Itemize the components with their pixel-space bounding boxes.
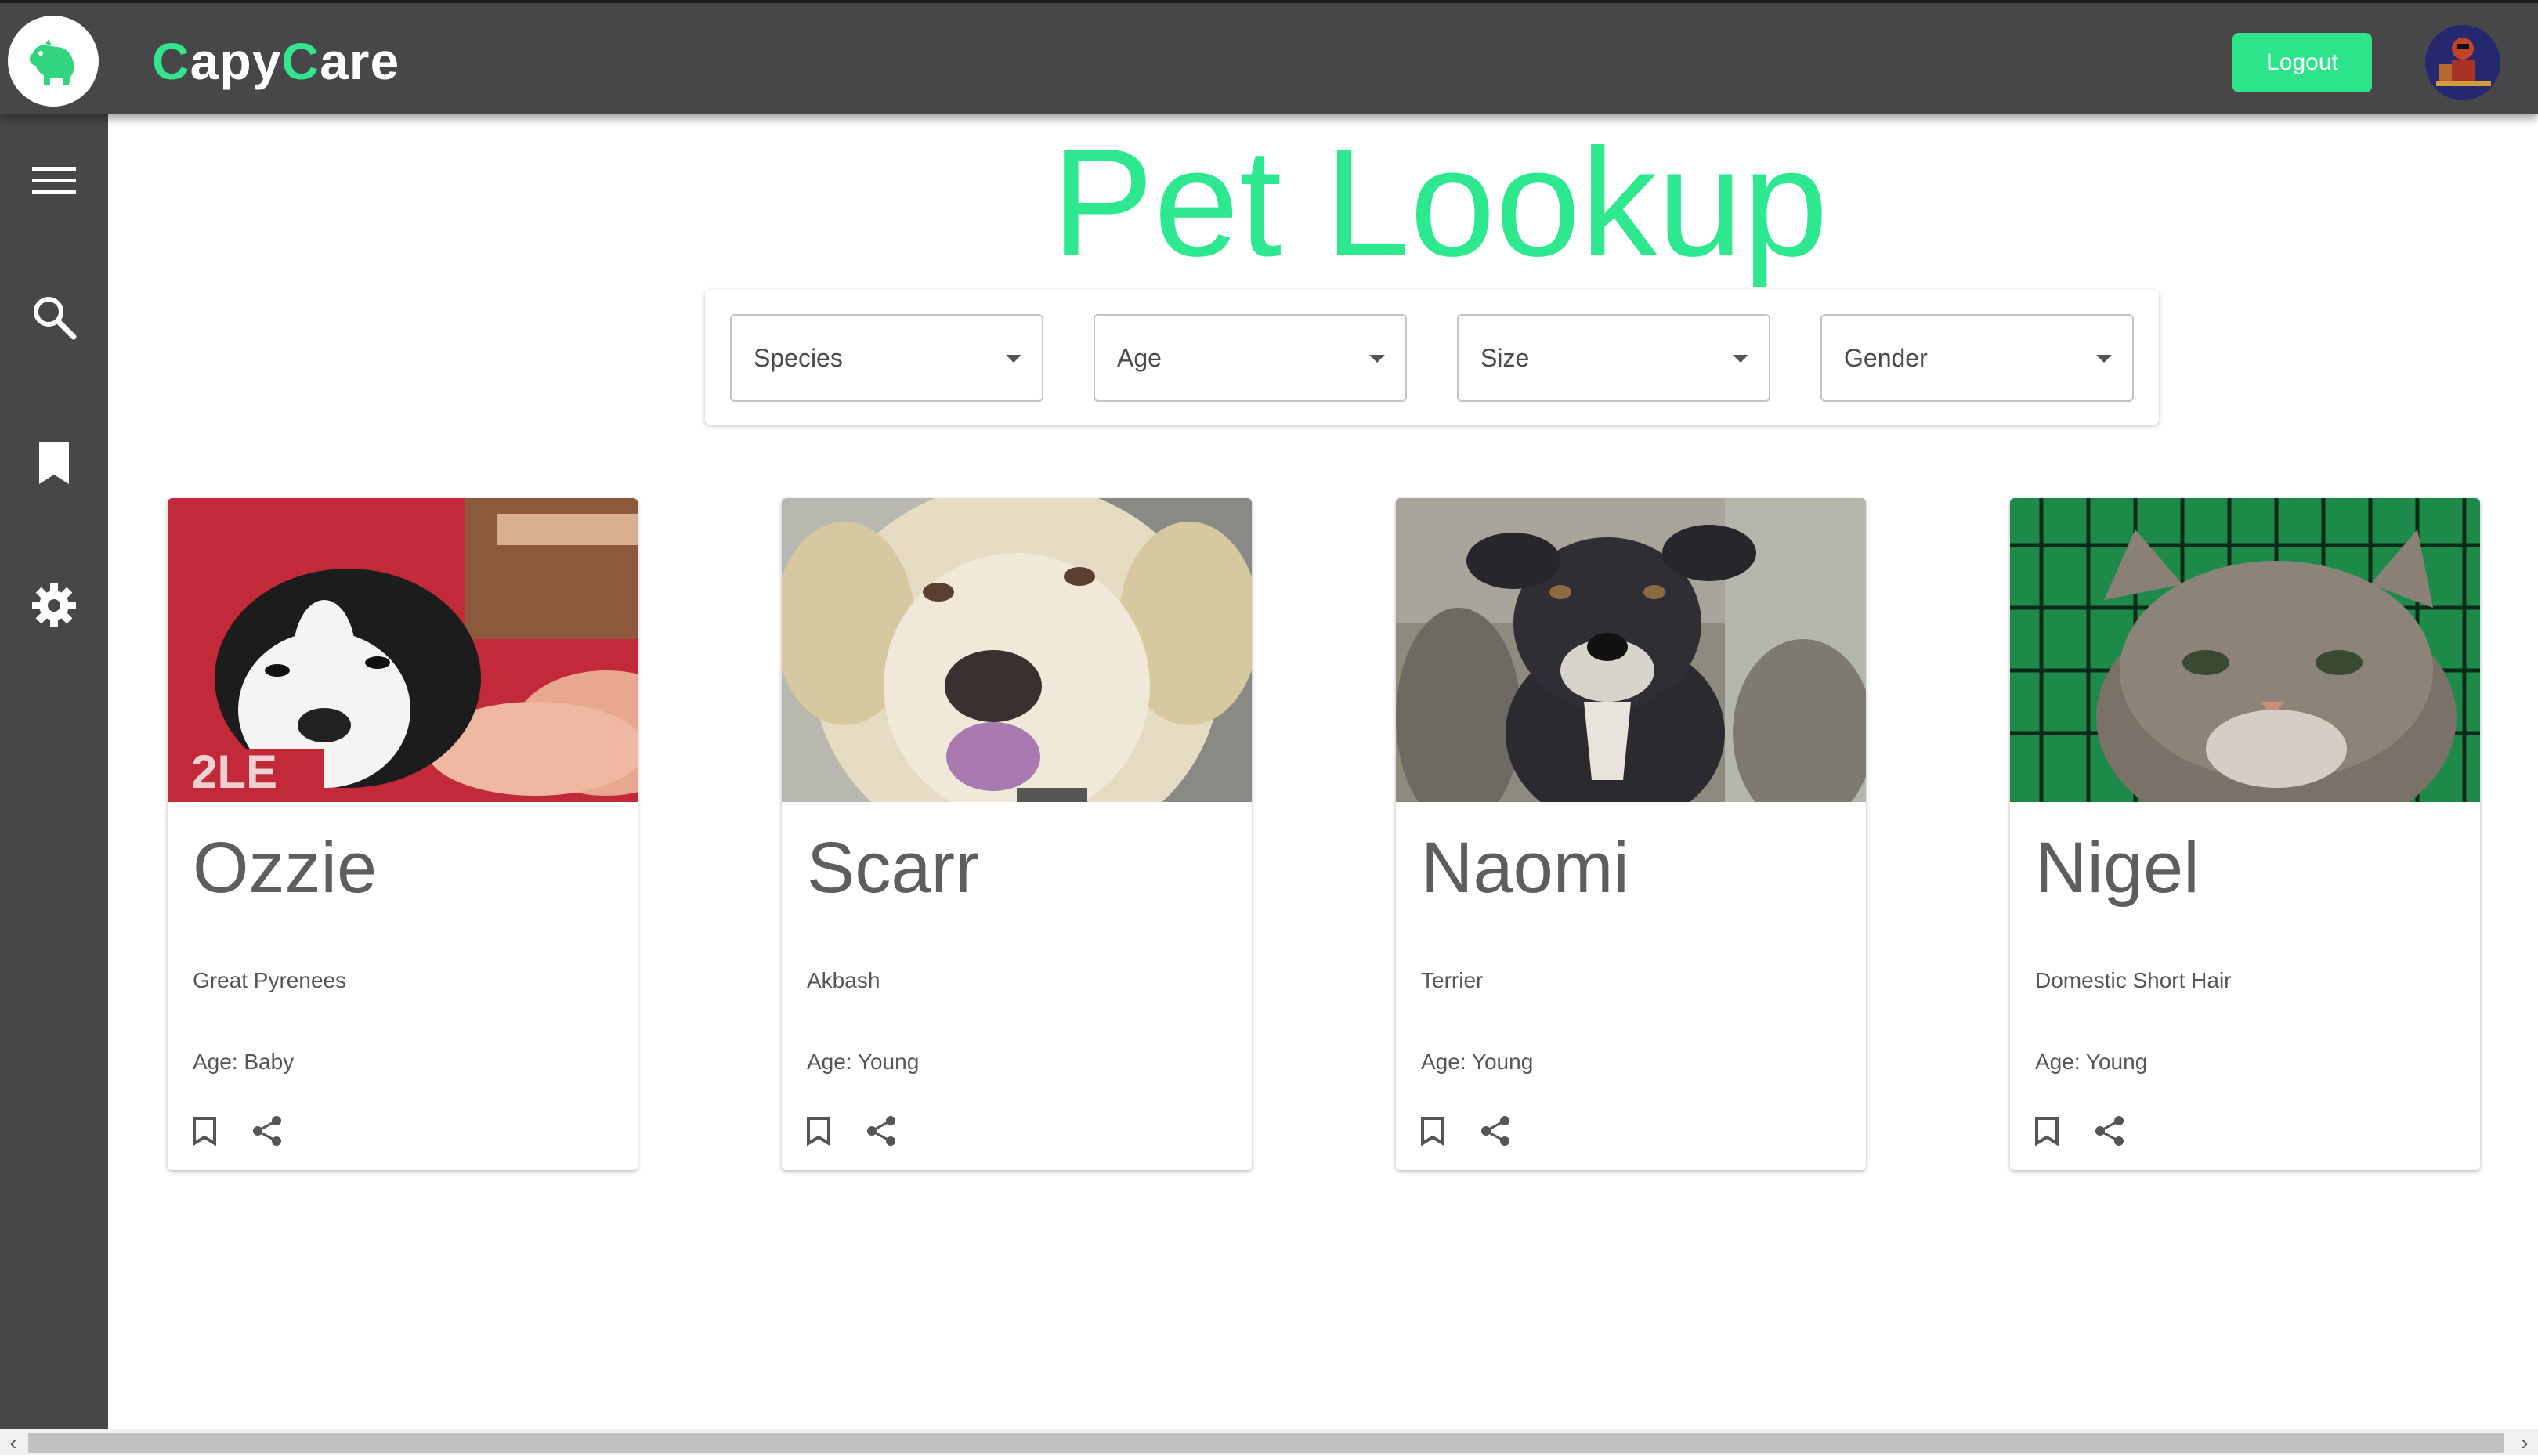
gender-filter-select[interactable]: Gender (1820, 314, 2134, 402)
pet-breed: Akbash (807, 968, 880, 993)
pet-card-naomi[interactable]: Naomi Terrier Age: Young (1396, 498, 1866, 1170)
pet-age: Age: Young (807, 1050, 919, 1075)
pet-photo[interactable] (2010, 498, 2480, 802)
age-filter-label: Age (1117, 344, 1162, 373)
pet-name: Scarr (807, 827, 979, 909)
dropdown-arrow-icon (1733, 355, 1748, 363)
pet-photo[interactable] (782, 498, 1252, 802)
brand-name[interactable]: CapyCare (152, 31, 400, 91)
scroll-right-arrow-icon[interactable]: › (2511, 1429, 2538, 1456)
pet-age: Age: Young (1421, 1050, 1533, 1075)
size-filter-select[interactable]: Size (1457, 314, 1770, 402)
species-filter-select[interactable]: Species (730, 314, 1043, 402)
pet-name: Naomi (1421, 827, 1629, 909)
card-actions (2027, 1109, 2129, 1153)
logout-button[interactable]: Logout (2232, 33, 2372, 92)
bookmark-outline-icon[interactable] (2027, 1111, 2066, 1151)
left-sidebar (0, 114, 108, 1429)
page-title: Pet Lookup (954, 121, 1925, 285)
brand-part-apy: apy (190, 32, 282, 90)
pet-photo[interactable]: 2LE (168, 498, 638, 802)
age-filter-select[interactable]: Age (1094, 314, 1407, 402)
pet-breed: Great Pyrenees (193, 968, 346, 993)
pet-age: Age: Baby (193, 1050, 294, 1075)
pet-photo[interactable] (1396, 498, 1866, 802)
scroll-left-arrow-icon[interactable]: ‹ (0, 1429, 27, 1456)
capybara-logo-icon[interactable] (8, 16, 99, 107)
dropdown-arrow-icon (2096, 355, 2112, 363)
pet-age: Age: Young (2035, 1050, 2147, 1075)
horizontal-scrollbar[interactable]: ‹ › (0, 1429, 2538, 1455)
card-actions (1413, 1109, 1515, 1153)
size-filter-label: Size (1480, 344, 1529, 373)
settings-gear-icon[interactable] (27, 578, 81, 633)
card-actions (799, 1109, 901, 1153)
dropdown-arrow-icon (1369, 355, 1385, 363)
pet-breed: Domestic Short Hair (2035, 968, 2232, 993)
dropdown-arrow-icon (1006, 355, 1021, 363)
main-content: Pet Lookup Species Age Size Gender (108, 114, 2538, 1429)
search-icon[interactable] (27, 290, 81, 345)
bookmark-outline-icon[interactable] (185, 1111, 224, 1151)
scrollbar-thumb[interactable] (28, 1433, 2504, 1453)
bookmark-outline-icon[interactable] (799, 1111, 838, 1151)
pet-name: Nigel (2035, 827, 2200, 909)
share-icon[interactable] (248, 1111, 287, 1151)
brand-letter-c2: C (281, 32, 320, 90)
pet-card-ozzie[interactable]: 2LE Ozzie Great Pyrenees Age: Baby (168, 498, 638, 1170)
bookmark-icon[interactable] (27, 435, 81, 490)
brand-letter-c1: C (152, 32, 190, 90)
share-icon[interactable] (862, 1111, 901, 1151)
species-filter-label: Species (754, 344, 843, 373)
top-app-bar: CapyCare Logout (0, 0, 2538, 114)
brand-part-are: are (320, 32, 400, 90)
bookmark-outline-icon[interactable] (1413, 1111, 1452, 1151)
pet-card-scarr[interactable]: Scarr Akbash Age: Young (782, 498, 1252, 1170)
share-icon[interactable] (1476, 1111, 1515, 1151)
filter-panel: Species Age Size Gender (705, 290, 2159, 425)
pet-name: Ozzie (193, 827, 377, 909)
user-avatar[interactable] (2425, 25, 2500, 100)
share-icon[interactable] (2090, 1111, 2129, 1151)
svg-text:2LE: 2LE (191, 746, 277, 798)
gender-filter-label: Gender (1844, 344, 1928, 373)
menu-icon[interactable] (27, 154, 81, 208)
card-actions (185, 1109, 287, 1153)
pet-breed: Terrier (1421, 968, 1483, 993)
pet-card-nigel[interactable]: Nigel Domestic Short Hair Age: Young (2010, 498, 2480, 1170)
